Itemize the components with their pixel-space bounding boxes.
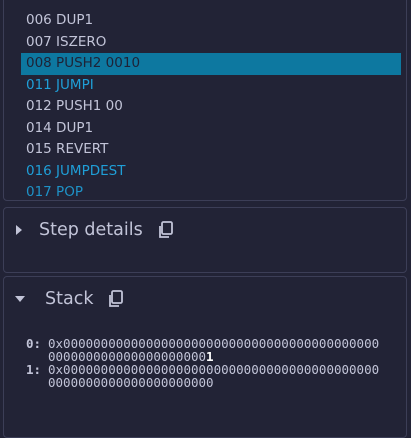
- opcode-row[interactable]: 016 JUMPDEST: [21, 161, 401, 183]
- opcode-row[interactable]: 007 ISZERO: [21, 32, 401, 54]
- stack-value: 0x00000000000000000000000000000000000000…: [48, 362, 380, 390]
- stack-header[interactable]: Stack: [4, 277, 126, 321]
- opcode-row[interactable]: 015 REVERT: [21, 139, 401, 161]
- stack-list: 0: 0x00000000000000000000000000000000000…: [26, 336, 380, 390]
- stack-entry: 0: 0x00000000000000000000000000000000000…: [26, 336, 380, 363]
- stack-entry: 1: 0x00000000000000000000000000000000000…: [26, 362, 380, 390]
- stack-value-main: 0x00000000000000000000000000000000000000…: [48, 362, 380, 390]
- step-details-header[interactable]: Step details: [4, 208, 176, 252]
- caret-down-icon[interactable]: [15, 296, 25, 302]
- copy-icon[interactable]: [156, 220, 176, 240]
- step-details-panel: Step details: [3, 207, 407, 273]
- opcode-row[interactable]: 012 PUSH1 00: [21, 96, 401, 118]
- opcodes-panel: 006 DUP1 007 ISZERO 008 PUSH2 0010 011 J…: [3, 0, 407, 201]
- opcode-row[interactable]: 014 DUP1: [21, 118, 401, 140]
- stack-index: 0:: [26, 336, 42, 351]
- stack-panel: Stack 0: 0x00000000000000000000000000000…: [3, 276, 407, 438]
- opcode-row[interactable]: 017 POP: [21, 182, 401, 200]
- opcode-row[interactable]: 006 DUP1: [21, 10, 401, 32]
- stack-value: 0x00000000000000000000000000000000000000…: [48, 337, 380, 363]
- opcode-list[interactable]: 006 DUP1 007 ISZERO 008 PUSH2 0010 011 J…: [21, 10, 401, 200]
- copy-icon[interactable]: [106, 289, 126, 309]
- stack-title[interactable]: Stack: [45, 289, 93, 309]
- opcode-row-selected[interactable]: 008 PUSH2 0010: [21, 53, 401, 75]
- caret-right-icon[interactable]: [16, 225, 22, 235]
- step-details-title[interactable]: Step details: [39, 220, 143, 240]
- stack-index: 1:: [26, 362, 42, 377]
- opcode-row[interactable]: 011 JUMPI: [21, 75, 401, 97]
